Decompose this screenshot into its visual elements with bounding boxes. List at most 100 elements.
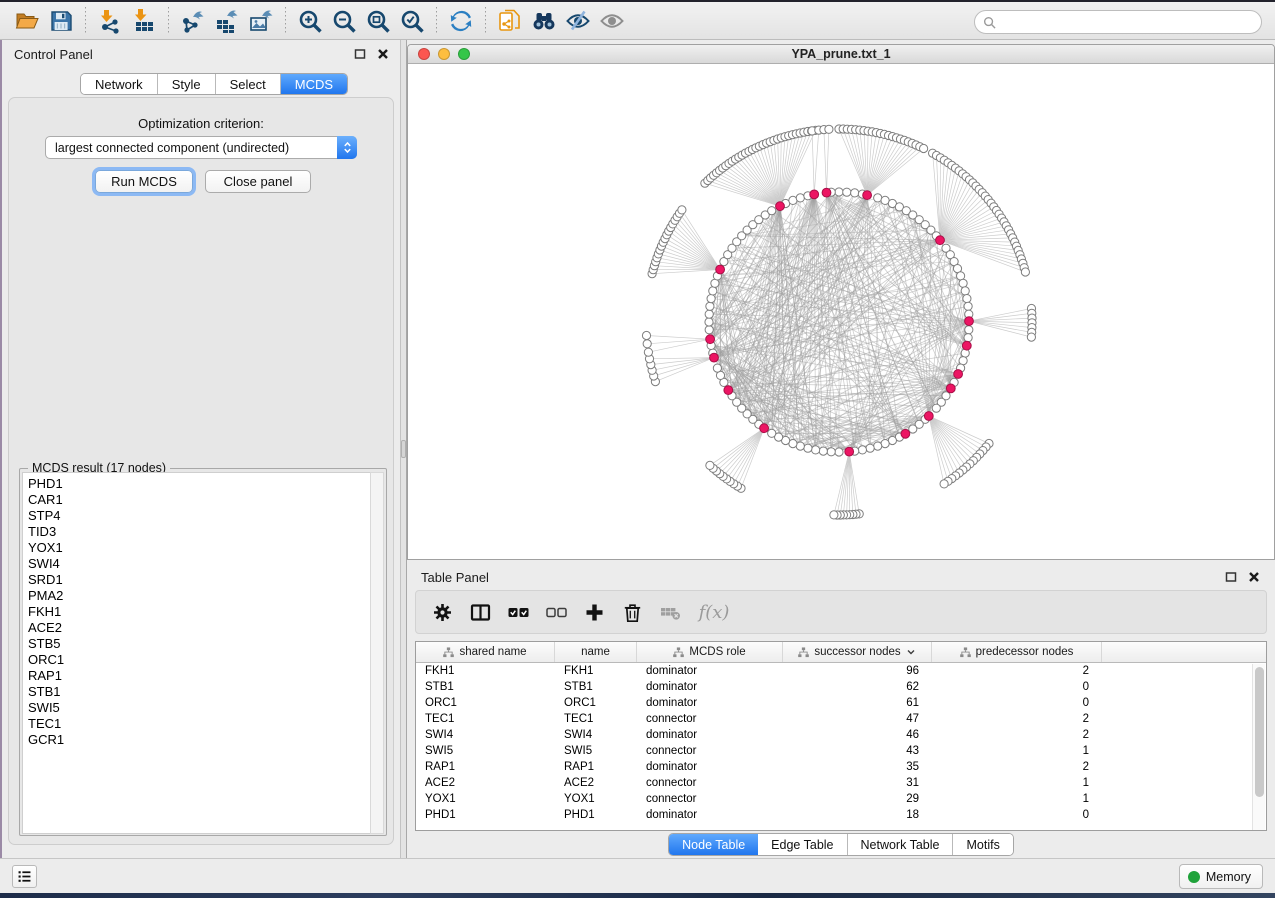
network-node[interactable] xyxy=(796,194,804,202)
mcds-node[interactable] xyxy=(901,429,910,438)
close-window-button[interactable] xyxy=(418,48,430,60)
table-cell[interactable]: 2 xyxy=(932,663,1102,679)
mcds-result-item[interactable]: STB1 xyxy=(28,684,370,700)
mcds-result-item[interactable]: PHD1 xyxy=(28,476,370,492)
import-network-icon[interactable] xyxy=(93,5,127,37)
table-cell[interactable]: 61 xyxy=(783,695,932,711)
table-row[interactable]: RAP1RAP1dominator352 xyxy=(416,759,1266,775)
table-cell[interactable]: ACE2 xyxy=(555,775,637,791)
tab-network[interactable]: Network xyxy=(81,74,158,94)
table-cell[interactable]: SWI4 xyxy=(416,727,555,743)
network-node[interactable] xyxy=(963,295,971,303)
mcds-node[interactable] xyxy=(946,384,955,393)
mcds-node[interactable] xyxy=(822,188,831,197)
open-file-icon[interactable] xyxy=(10,5,44,37)
network-node[interactable] xyxy=(705,318,713,326)
network-node[interactable] xyxy=(707,295,715,303)
table-row[interactable]: TEC1TEC1connector472 xyxy=(416,711,1266,727)
table-cell[interactable]: dominator xyxy=(637,663,783,679)
table-cell[interactable]: connector xyxy=(637,711,783,727)
float-table-panel-button[interactable] xyxy=(1224,570,1238,584)
mcds-result-item[interactable]: ACE2 xyxy=(28,620,370,636)
table-cell[interactable]: FKH1 xyxy=(555,663,637,679)
table-row[interactable]: YOX1YOX1connector291 xyxy=(416,791,1266,807)
network-node[interactable] xyxy=(959,279,967,287)
mcds-result-item[interactable]: TID3 xyxy=(28,524,370,540)
mcds-node[interactable] xyxy=(863,191,872,200)
panel-splitter[interactable] xyxy=(400,40,407,858)
network-node[interactable] xyxy=(705,326,713,334)
add-column-icon[interactable] xyxy=(578,595,610,629)
mcds-result-item[interactable]: FKH1 xyxy=(28,604,370,620)
close-table-panel-button[interactable] xyxy=(1247,570,1261,584)
mcds-node[interactable] xyxy=(776,202,785,211)
network-node[interactable] xyxy=(874,442,882,450)
tab-edge-table[interactable]: Edge Table xyxy=(758,834,847,855)
split-panel-icon[interactable] xyxy=(464,595,496,629)
mcds-result-item[interactable]: YOX1 xyxy=(28,540,370,556)
tab-mcds[interactable]: MCDS xyxy=(281,74,347,94)
delete-column-icon[interactable] xyxy=(616,595,648,629)
column-header-MCDS-role[interactable]: MCDS role xyxy=(637,642,783,662)
table-cell[interactable]: 2 xyxy=(932,711,1102,727)
network-node[interactable] xyxy=(866,444,874,452)
zoom-selected-icon[interactable] xyxy=(395,5,429,37)
table-row[interactable]: SWI4SWI4dominator462 xyxy=(416,727,1266,743)
zoom-out-icon[interactable] xyxy=(327,5,361,37)
network-node[interactable] xyxy=(709,287,717,295)
table-cell[interactable]: dominator xyxy=(637,807,783,823)
network-node[interactable] xyxy=(827,448,835,456)
close-panel-button[interactable] xyxy=(376,47,390,61)
table-cell[interactable]: ACE2 xyxy=(416,775,555,791)
table-cell[interactable]: dominator xyxy=(637,759,783,775)
mcds-node[interactable] xyxy=(954,370,963,379)
table-cell[interactable]: RAP1 xyxy=(416,759,555,775)
zoom-in-icon[interactable] xyxy=(293,5,327,37)
table-cell[interactable]: SWI4 xyxy=(555,727,637,743)
mcds-result-item[interactable]: SWI4 xyxy=(28,556,370,572)
table-cell[interactable]: PHD1 xyxy=(416,807,555,823)
export-network-icon[interactable] xyxy=(176,5,210,37)
table-cell[interactable]: RAP1 xyxy=(555,759,637,775)
save-session-icon[interactable] xyxy=(44,5,78,37)
table-cell[interactable]: 1 xyxy=(932,791,1102,807)
table-row[interactable]: STB1STB1dominator620 xyxy=(416,679,1266,695)
network-node[interactable] xyxy=(644,348,652,356)
table-cell[interactable]: TEC1 xyxy=(555,711,637,727)
table-cell[interactable]: STB1 xyxy=(555,679,637,695)
mcds-node[interactable] xyxy=(710,353,719,362)
network-node[interactable] xyxy=(851,189,859,197)
new-network-from-selection-icon[interactable] xyxy=(493,5,527,37)
network-node[interactable] xyxy=(768,429,776,437)
search-box[interactable] xyxy=(974,10,1262,34)
export-table-icon[interactable] xyxy=(210,5,244,37)
network-node[interactable] xyxy=(843,188,851,196)
network-node[interactable] xyxy=(642,331,650,339)
table-cell[interactable]: YOX1 xyxy=(555,791,637,807)
table-settings-icon[interactable] xyxy=(426,595,458,629)
mcds-node[interactable] xyxy=(760,424,769,433)
search-input[interactable] xyxy=(1001,15,1253,29)
table-cell[interactable]: 35 xyxy=(783,759,932,775)
mcds-result-item[interactable]: STP4 xyxy=(28,508,370,524)
table-cell[interactable]: ORC1 xyxy=(555,695,637,711)
mcds-result-item[interactable]: CAR1 xyxy=(28,492,370,508)
criterion-select[interactable]: largest connected component (undirected) xyxy=(45,136,357,159)
mcds-node[interactable] xyxy=(924,412,933,421)
tasks-button[interactable] xyxy=(12,865,37,888)
table-cell[interactable]: 62 xyxy=(783,679,932,695)
zoom-fit-icon[interactable] xyxy=(361,5,395,37)
mcds-result-item[interactable]: RAP1 xyxy=(28,668,370,684)
network-node[interactable] xyxy=(819,447,827,455)
network-node[interactable] xyxy=(706,461,714,469)
network-node[interactable] xyxy=(830,511,838,519)
deselect-all-icon[interactable] xyxy=(540,595,572,629)
table-cell[interactable]: ORC1 xyxy=(416,695,555,711)
table-cell[interactable]: SWI5 xyxy=(555,743,637,759)
memory-button[interactable]: Memory xyxy=(1179,864,1263,889)
maximize-window-button[interactable] xyxy=(458,48,470,60)
refresh-layout-icon[interactable] xyxy=(444,5,478,37)
network-canvas[interactable] xyxy=(408,64,1274,559)
network-node[interactable] xyxy=(920,144,928,152)
column-header-predecessor-nodes[interactable]: predecessor nodes xyxy=(932,642,1102,662)
